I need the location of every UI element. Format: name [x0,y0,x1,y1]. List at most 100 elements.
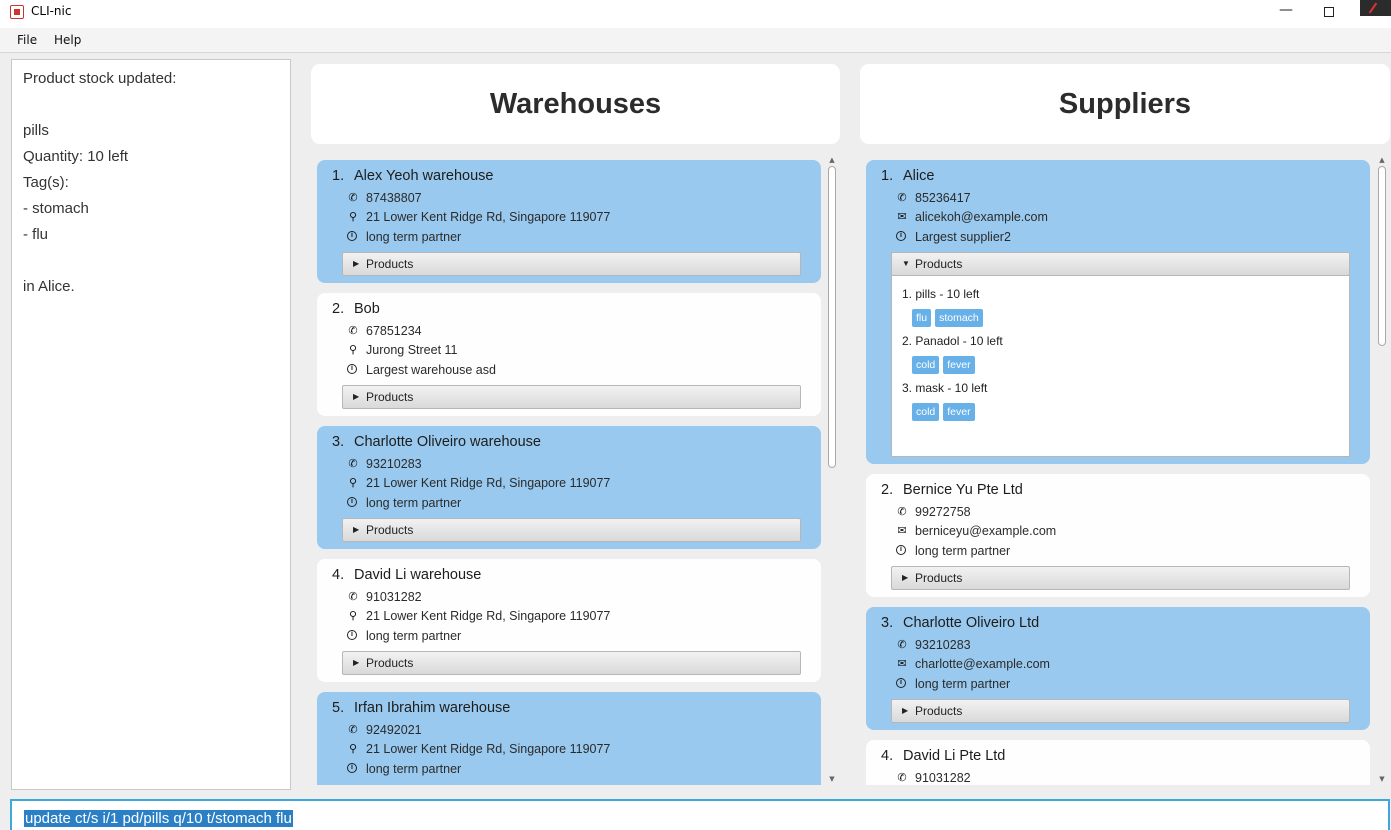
warehouse-address: Jurong Street 11 [366,343,458,358]
products-toggle[interactable]: ▶ Products [342,251,801,276]
suppliers-header: Suppliers [860,64,1390,144]
command-input[interactable]: update ct/s i/1 pd/pills q/10 t/stomach … [10,799,1390,830]
scroll-down-icon[interactable]: ▼ [826,775,838,785]
result-line: Product stock updated: [23,70,177,87]
maximize-button[interactable] [1318,2,1340,22]
supplier-phone: 99272758 [915,505,971,519]
location-icon: ⚲ [348,743,358,756]
supplier-card[interactable]: 4. David Li Pte Ltd ✆ 91031282 [866,740,1370,785]
warehouse-card[interactable]: 2. Bob ✆ 67851234 ⚲ Jurong Street 11 i Large… [317,293,821,416]
warehouses-header: Warehouses [311,64,840,144]
minimize-button[interactable]: — [1275,2,1297,22]
location-icon: ⚲ [348,211,358,224]
scroll-up-icon[interactable]: ▲ [1376,156,1388,166]
info-icon: i [347,363,357,374]
warehouse-card[interactable]: 1. Alex Yeoh warehouse ✆ 87438807 ⚲ 21 Lowe… [317,160,821,283]
phone-icon: ✆ [897,506,907,518]
supplier-card[interactable]: 1. Alice ✆ 85236417 ✉ alicekoh@example.com … [866,160,1370,464]
supplier-name: Alice [903,168,935,184]
warehouse-name: Charlotte Oliveiro warehouse [354,434,541,450]
warehouse-address: 21 Lower Kent Ridge Rd, Singapore 119077 [366,476,611,491]
warehouse-name: Irfan Ibrahim warehouse [354,700,511,716]
warehouse-address: 21 Lower Kent Ridge Rd, Singapore 119077 [366,742,611,757]
supplier-scrollbar[interactable]: ▲ ▼ [1376,156,1388,785]
warehouse-card[interactable]: 3. Charlotte Oliveiro warehouse ✆ 93210283… [317,426,821,549]
scroll-down-icon[interactable]: ▼ [1376,775,1388,785]
products-toggle[interactable]: ▶ Products [342,384,801,409]
info-icon: i [347,762,357,773]
tag: fever [943,355,975,374]
supplier-name: Bernice Yu Pte Ltd [903,482,1023,498]
card-index: 5. [332,700,345,716]
card-index: 4. [332,567,345,583]
supplier-phone: 93210283 [915,638,971,652]
warehouse-list[interactable]: 1. Alex Yeoh warehouse ✆ 87438807 ⚲ 21 Lowe… [311,156,825,785]
email-icon: ✉ [897,658,907,671]
tag: flu [912,308,932,327]
result-line: Quantity: 10 left [23,148,129,165]
command-text[interactable]: update ct/s i/1 pd/pills q/10 t/stomach … [24,810,293,827]
supplier-card[interactable]: 3. Charlotte Oliveiro Ltd ✆ 93210283 ✉ char… [866,607,1370,730]
supplier-card[interactable]: 2. Bernice Yu Pte Ltd ✆ 99272758 ✉ bernicey… [866,474,1370,597]
warehouse-phone: 67851234 [366,324,422,338]
card-index: 3. [881,615,894,631]
triangle-right-icon: ▶ [353,391,360,401]
warehouse-address: 21 Lower Kent Ridge Rd, Singapore 119077 [366,210,611,225]
warehouse-remark: Largest warehouse asd [366,362,496,377]
supplier-phone: 91031282 [915,771,971,785]
warehouse-name: Bob [354,301,380,317]
email-icon: ✉ [897,211,907,224]
window-title: CLI-nic [31,4,72,18]
result-display: Product stock updated: pills Quantity: 1… [11,59,291,790]
location-icon: ⚲ [348,477,358,490]
tag: cold [912,402,940,421]
location-icon: ⚲ [348,610,358,623]
warehouse-scrollbar[interactable]: ▲ ▼ [826,156,838,785]
supplier-phone: 85236417 [915,191,971,205]
phone-icon: ✆ [348,458,358,470]
products-toggle[interactable]: ▶ Products [342,517,801,542]
supplier-remark: Largest supplier2 [915,229,1011,244]
result-line [23,250,279,276]
info-icon: i [896,677,906,688]
supplier-list[interactable]: 1. Alice ✆ 85236417 ✉ alicekoh@example.com … [860,156,1374,785]
products-toggle[interactable]: ▶ Products [891,565,1350,590]
scroll-up-icon[interactable]: ▲ [826,156,838,166]
close-icon[interactable] [1360,0,1391,16]
supplier-remark: long term partner [915,676,1011,691]
products-toggle[interactable]: ▶ Products [342,650,801,675]
maximize-icon [1324,7,1334,17]
menu-file[interactable]: File [17,33,37,47]
warehouse-phone: 91031282 [366,590,422,604]
card-index: 1. [881,168,894,184]
triangle-right-icon: ▶ [902,705,909,715]
products-toggle[interactable]: ▶ Products [891,698,1350,723]
warehouse-card[interactable]: 5. Irfan Ibrahim warehouse ✆ 92492021 ⚲ 21 … [317,692,821,785]
warehouses-title: Warehouses [489,87,662,120]
warehouse-name: David Li warehouse [354,567,482,583]
scroll-thumb[interactable] [828,166,836,468]
products-toggle[interactable]: ▼ Products [891,251,1350,276]
phone-icon: ✆ [348,325,358,337]
warehouse-remark: long term partner [366,229,462,244]
menu-help[interactable]: Help [54,33,81,47]
scroll-thumb[interactable] [1378,166,1386,346]
triangle-right-icon: ▶ [902,572,909,582]
supplier-email: alicekoh@example.com [915,210,1048,225]
info-icon: i [896,230,906,241]
warehouse-remark: long term partner [366,628,462,643]
location-icon: ⚲ [348,344,358,357]
warehouse-phone: 92492021 [366,723,422,737]
warehouse-card[interactable]: 4. David Li warehouse ✆ 91031282 ⚲ 21 Lower… [317,559,821,682]
info-icon: i [347,230,357,241]
warehouse-phone: 87438807 [366,191,422,205]
phone-icon: ✆ [897,639,907,651]
result-line: in Alice. [23,278,75,295]
tag: fever [943,402,975,421]
products-list: 1. pills - 10 left flu stomach 2. Panadol… [891,275,1350,457]
phone-icon: ✆ [348,591,358,603]
result-line: - stomach [23,200,89,217]
warehouse-name: Alex Yeoh warehouse [354,168,494,184]
card-index: 1. [332,168,345,184]
phone-icon: ✆ [897,772,907,784]
